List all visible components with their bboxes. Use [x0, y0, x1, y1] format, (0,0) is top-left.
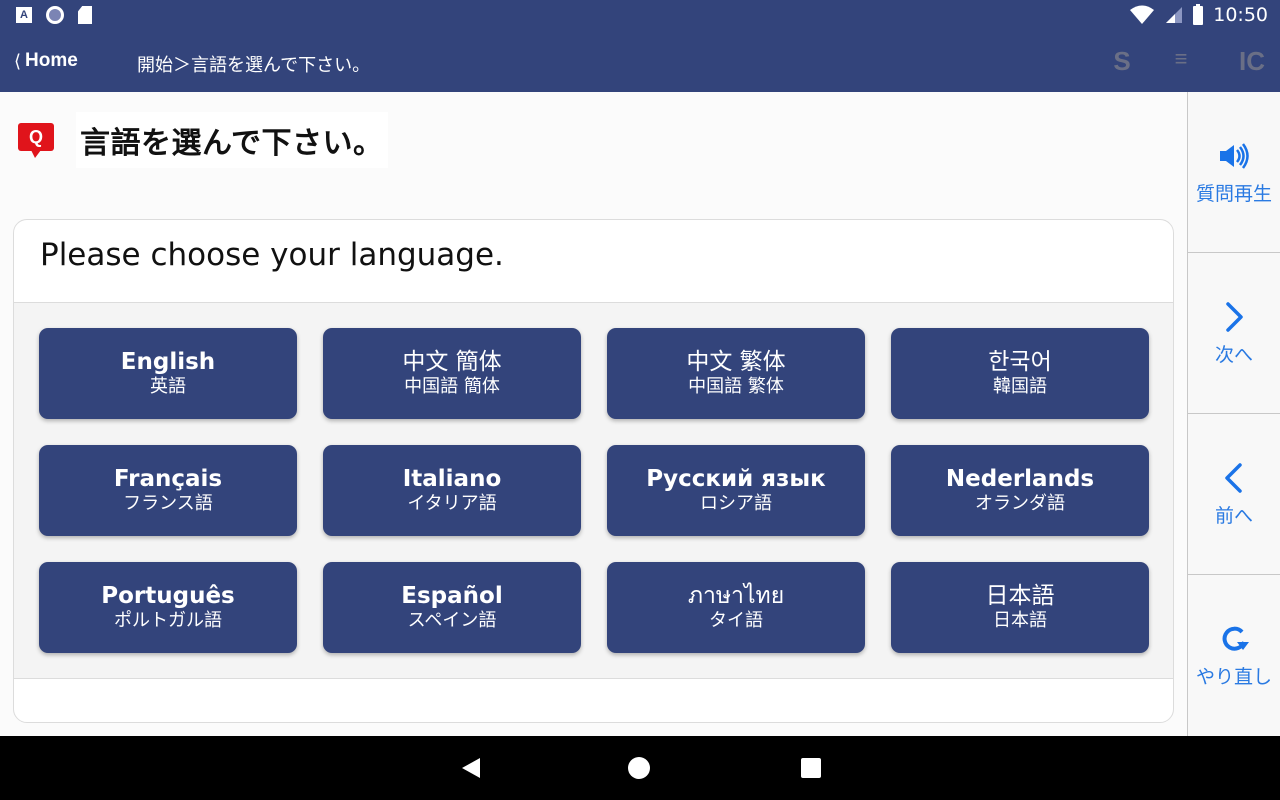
language-native-name: Русский язык [646, 465, 826, 492]
language-native-name: 한국어 [988, 348, 1052, 375]
redo-label: やり直し [1195, 666, 1272, 688]
question-header: Q 言語を選んで下さい。 [18, 112, 388, 168]
accessibility-a-icon: A [16, 7, 32, 23]
wifi-icon [1130, 5, 1155, 24]
language-button-english[interactable]: English 英語 [39, 328, 297, 419]
chevron-left-icon [1225, 462, 1242, 493]
home-label: Home [25, 50, 78, 71]
language-japanese-name: ロシア語 [700, 492, 772, 514]
language-native-name: 中文 繁体 [686, 348, 786, 375]
page-title: 言語を選んで下さい。 [76, 112, 388, 168]
language-button-portuguese[interactable]: Português ポルトガル語 [39, 562, 297, 653]
language-button-chinese-traditional[interactable]: 中文 繁体 中国語 繁体 [607, 328, 865, 419]
language-button-dutch[interactable]: Nederlands オランダ語 [891, 445, 1149, 536]
menu-icon[interactable]: ≡ [1172, 46, 1190, 72]
language-japanese-name: 中国語 繁体 [688, 375, 784, 397]
language-japanese-name: 日本語 [993, 609, 1047, 631]
language-native-name: 日本語 [985, 582, 1055, 609]
language-japanese-name: 英語 [150, 375, 186, 397]
signal-icon [1166, 7, 1183, 23]
chevron-right-icon [1226, 301, 1243, 332]
language-native-name: ภาษาไทย [687, 582, 785, 609]
language-native-name: Português [101, 582, 235, 609]
card-prompt: Please choose your language. [14, 220, 1173, 303]
chevron-left-icon: ⟨ [14, 50, 22, 71]
sd-card-icon [78, 6, 92, 24]
language-japanese-name: スペイン語 [407, 609, 497, 631]
language-options: English 英語 中文 簡体 中国語 簡体 中文 繁体 中国語 繁体 한국어 韓国語… [14, 303, 1173, 679]
language-button-french[interactable]: Français フランス語 [39, 445, 297, 536]
language-japanese-name: イタリア語 [407, 492, 497, 514]
language-native-name: English [120, 348, 216, 375]
system-navigation-bar [0, 736, 1280, 800]
language-button-spanish[interactable]: Español スペイン語 [323, 562, 581, 653]
next-button[interactable]: 次へ [1188, 253, 1280, 414]
redo-button[interactable]: やり直し [1188, 575, 1280, 736]
next-label: 次へ [1214, 343, 1253, 366]
language-japanese-name: タイ語 [709, 609, 763, 631]
replay-label: 質問再生 [1195, 182, 1272, 205]
battery-icon [1193, 3, 1204, 25]
language-native-name: Nederlands [945, 465, 1095, 492]
language-button-japanese[interactable]: 日本語 日本語 [891, 562, 1149, 653]
language-japanese-name: オランダ語 [975, 492, 1065, 514]
back-icon[interactable] [460, 756, 482, 780]
s-button[interactable]: S [1112, 46, 1132, 77]
language-native-name: Español [401, 582, 503, 609]
language-button-chinese-simplified[interactable]: 中文 簡体 中国語 簡体 [323, 328, 581, 419]
previous-button[interactable]: 前へ [1188, 414, 1280, 575]
recent-apps-icon[interactable] [801, 758, 821, 778]
language-button-italian[interactable]: Italiano イタリア語 [323, 445, 581, 536]
language-card: Please choose your language. English 英語 中… [13, 219, 1174, 723]
language-button-thai[interactable]: ภาษาไทย タイ語 [607, 562, 865, 653]
language-japanese-name: 韓国語 [993, 375, 1047, 397]
status-bar: A 10:50 [0, 0, 1280, 32]
redo-icon [1222, 626, 1249, 651]
language-japanese-name: ポルトガル語 [114, 609, 222, 631]
ic-button[interactable]: IC [1232, 46, 1272, 77]
clock: 10:50 [1213, 4, 1268, 26]
previous-label: 前へ [1214, 504, 1253, 527]
side-panel: 質問再生 次へ 前へ やり直し [1187, 92, 1280, 736]
language-native-name: Italiano [402, 465, 502, 492]
language-native-name: Français [113, 465, 223, 492]
speaker-icon [1220, 142, 1249, 169]
home-icon[interactable] [628, 757, 650, 779]
home-button[interactable]: ⟨ Home [14, 50, 78, 72]
language-japanese-name: フランス語 [123, 492, 213, 514]
language-japanese-name: 中国語 簡体 [404, 375, 500, 397]
circle-record-icon [46, 6, 64, 24]
app-toolbar: ⟨ Home 開始＞言語を選んで下さい。 S ≡ IC [0, 32, 1280, 92]
language-grid: English 英語 中文 簡体 中国語 簡体 中文 繁体 中国語 繁体 한국어 韓国語… [39, 328, 1149, 653]
question-badge-icon: Q [18, 123, 54, 158]
replay-question-button[interactable]: 質問再生 [1188, 92, 1280, 253]
breadcrumb: 開始＞言語を選んで下さい。 [137, 55, 371, 76]
language-button-russian[interactable]: Русский язык ロシア語 [607, 445, 865, 536]
language-native-name: 中文 簡体 [402, 348, 502, 375]
language-button-korean[interactable]: 한국어 韓国語 [891, 328, 1149, 419]
